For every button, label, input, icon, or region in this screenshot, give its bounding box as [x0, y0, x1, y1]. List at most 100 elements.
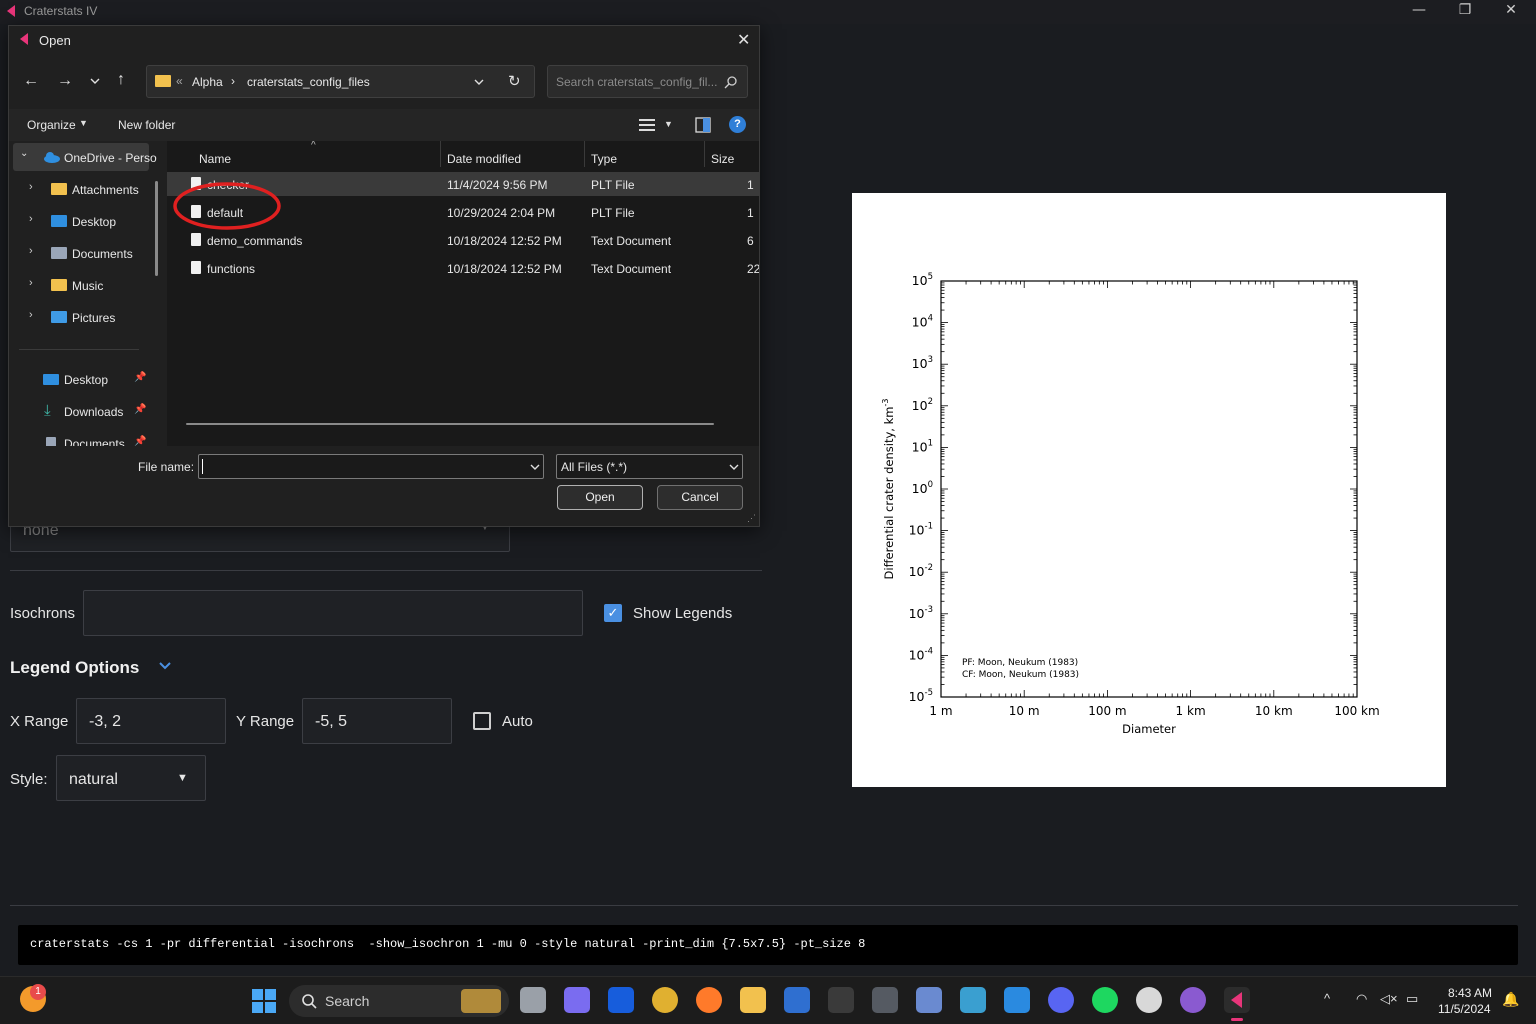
x-range-input[interactable]: -3, 2 [76, 698, 226, 744]
chevron-up-icon[interactable]: ^ [1324, 991, 1330, 1006]
chevron-down-icon[interactable] [473, 79, 485, 87]
forward-arrow-icon[interactable]: → [57, 72, 73, 90]
craterstats-icon[interactable] [1224, 987, 1250, 1013]
bitwarden-icon[interactable] [608, 987, 634, 1013]
isochrons-label: Isochrons [10, 605, 76, 622]
column-divider[interactable] [440, 141, 441, 167]
spotify-icon[interactable] [1092, 987, 1118, 1013]
organize-button[interactable]: Organize [27, 118, 76, 132]
up-arrow-icon[interactable]: ↑ [117, 71, 125, 89]
horizontal-scrollbar[interactable] [186, 423, 714, 425]
app-window-icon[interactable] [872, 987, 898, 1013]
close-button[interactable]: ✕ [1488, 2, 1534, 22]
column-header-date[interactable]: Date modified [447, 152, 521, 166]
auto-checkbox[interactable] [473, 712, 491, 730]
nav-item-documents[interactable]: › Documents [9, 239, 159, 267]
clock-date[interactable]: 11/5/2024 [1438, 1002, 1491, 1016]
column-header-name[interactable]: Name [199, 152, 231, 166]
breadcrumb-overflow[interactable]: « [176, 74, 183, 88]
plot-annotation-cf: CF: Moon, Neukum (1983) [962, 670, 1079, 680]
chevron-right-icon[interactable]: › [29, 245, 33, 257]
clock-time[interactable]: 8:43 AM [1448, 986, 1492, 1000]
resize-grip-icon[interactable]: ⋰ [747, 513, 756, 524]
windows-start-icon[interactable] [252, 989, 276, 1013]
nav-item-attachments[interactable]: › Attachments [9, 175, 159, 203]
file-type: Text Document [591, 262, 672, 276]
legend-options-label[interactable]: Legend Options [10, 658, 139, 678]
nav-item-pictures[interactable]: › Pictures [9, 303, 159, 331]
column-divider[interactable] [704, 141, 705, 167]
file-date: 11/4/2024 9:56 PM [447, 178, 548, 192]
column-divider[interactable] [584, 141, 585, 167]
taskbar-search[interactable]: Search [289, 985, 509, 1017]
chevron-down-icon[interactable] [89, 78, 101, 86]
help-icon[interactable]: ? [729, 116, 746, 133]
minimize-button[interactable]: — [1396, 2, 1442, 22]
copilot-icon[interactable] [564, 987, 590, 1013]
chevron-right-icon[interactable]: › [29, 277, 33, 289]
volume-muted-icon[interactable]: ◁× [1380, 991, 1398, 1007]
file-explorer-icon[interactable] [740, 987, 766, 1013]
nav-item-desktop[interactable]: › Desktop [9, 207, 159, 235]
isochrons-input[interactable] [83, 590, 583, 636]
task-view-icon[interactable] [520, 987, 546, 1013]
chevron-down-icon[interactable]: ▼ [664, 119, 673, 129]
style-dropdown[interactable]: natural ▼ [56, 755, 206, 801]
quick-access-documents[interactable]: Documents 📌 [9, 429, 159, 446]
open-button[interactable]: Open [557, 485, 643, 510]
y-tick-label: 10-3 [909, 605, 933, 621]
obs-icon[interactable] [1136, 987, 1162, 1013]
y-range-input[interactable]: -5, 5 [302, 698, 452, 744]
nav-item-music[interactable]: › Music [9, 271, 159, 299]
github-icon[interactable] [1180, 987, 1206, 1013]
file-type-filter[interactable]: All Files (*.*) [556, 454, 743, 479]
chevron-down-icon[interactable] [158, 661, 172, 671]
command-text: craterstats -cs 1 -pr differential -isoc… [30, 937, 866, 951]
preview-pane-icon[interactable] [695, 117, 711, 133]
maximize-button[interactable]: ❐ [1442, 2, 1488, 22]
chevron-down-icon[interactable] [529, 464, 541, 472]
dialog-title: Open [39, 33, 71, 48]
folder-icon [51, 311, 67, 323]
chevron-right-icon[interactable]: › [29, 213, 33, 225]
breadcrumb-current[interactable]: craterstats_config_files [247, 75, 370, 89]
desktop-icon [43, 374, 59, 385]
terminal-icon[interactable] [828, 987, 854, 1013]
chrome-icon[interactable] [652, 987, 678, 1013]
quick-access-downloads[interactable]: ⤓ Downloads 📌 [9, 397, 159, 425]
view-list-icon[interactable] [639, 118, 655, 132]
column-header-type[interactable]: Type [591, 152, 617, 166]
divider [10, 570, 762, 571]
folder-icon [155, 75, 171, 87]
dialog-close-button[interactable]: ✕ [737, 30, 750, 50]
search-input[interactable]: Search craterstats_config_fil... [547, 65, 748, 98]
y-tick-label: 103 [912, 355, 933, 371]
nav-item-onedrive[interactable]: ⌄ OneDrive - Perso [13, 143, 157, 171]
file-name-input[interactable] [198, 454, 544, 479]
snipping-tool-icon[interactable] [960, 987, 986, 1013]
discord-icon[interactable] [1048, 987, 1074, 1013]
column-header-size[interactable]: Size [711, 152, 734, 166]
file-row[interactable]: functions 10/18/2024 12:52 PM Text Documen… [167, 256, 759, 280]
firefox-icon[interactable] [696, 987, 722, 1013]
nav-scrollbar[interactable] [155, 181, 158, 276]
powershell-icon[interactable] [784, 987, 810, 1013]
highlight-ellipse [173, 182, 281, 230]
notification-bell-icon[interactable]: 🔔 [1502, 991, 1519, 1008]
cancel-button[interactable]: Cancel [657, 485, 743, 510]
open-file-dialog: Open ✕ ← → ↑ « Alpha › craterstats_confi… [8, 25, 760, 527]
address-bar[interactable]: « Alpha › craterstats_config_files ↻ [146, 65, 535, 98]
file-date: 10/18/2024 12:52 PM [447, 234, 562, 248]
chevron-right-icon[interactable]: › [29, 181, 33, 193]
chevron-right-icon[interactable]: › [29, 309, 33, 321]
quick-access-desktop[interactable]: Desktop 📌 [9, 365, 159, 393]
network-tool-icon[interactable] [916, 987, 942, 1013]
back-arrow-icon[interactable]: ← [23, 72, 39, 90]
refresh-icon[interactable]: ↻ [508, 72, 521, 90]
battery-icon[interactable]: ▭ [1406, 991, 1418, 1007]
wifi-icon[interactable]: ◠ [1356, 991, 1367, 1007]
new-folder-button[interactable]: New folder [118, 118, 175, 132]
breadcrumb-alpha[interactable]: Alpha [192, 75, 223, 89]
show-legends-checkbox[interactable]: ✓ [604, 604, 622, 622]
vscode-icon[interactable] [1004, 987, 1030, 1013]
